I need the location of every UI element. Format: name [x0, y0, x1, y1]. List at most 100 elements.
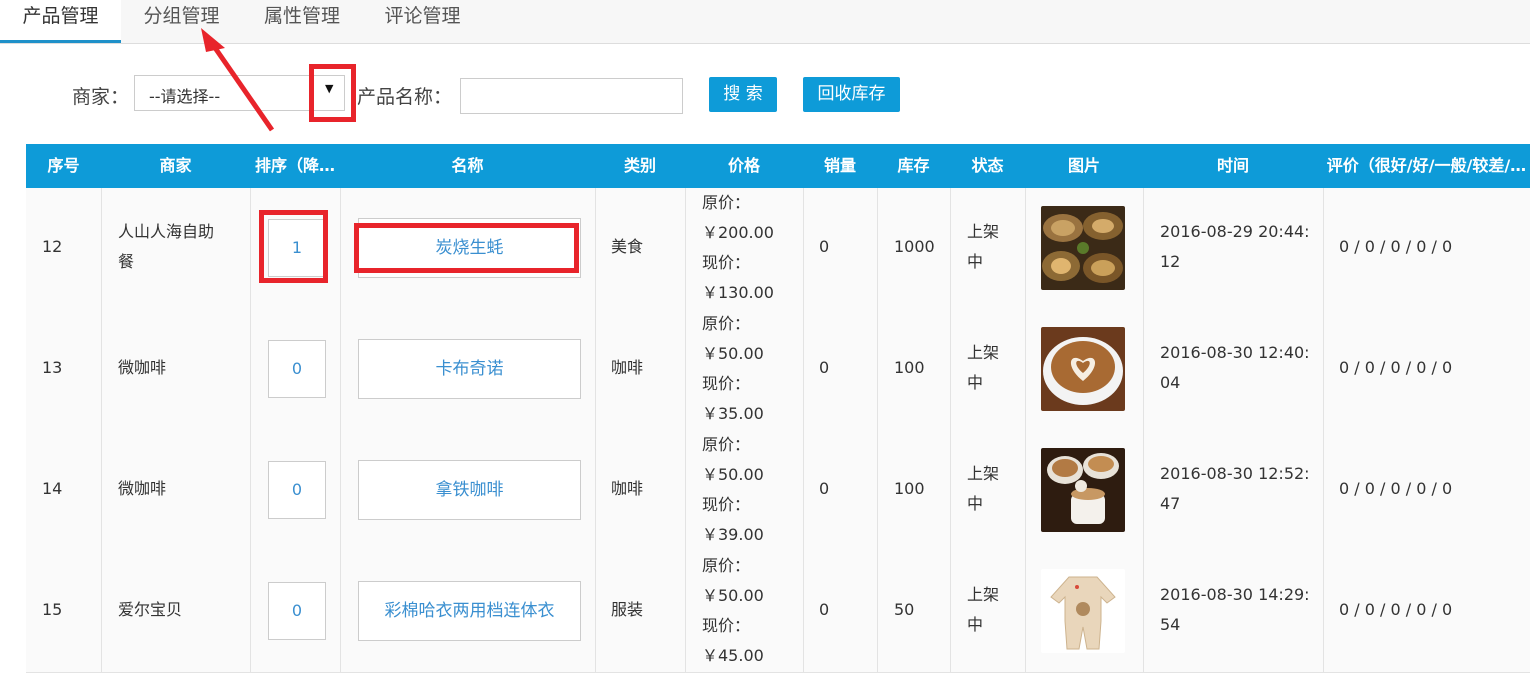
cell-rating: 0 / 0 / 0 / 0 / 0: [1339, 479, 1453, 498]
cell-stock: 50: [894, 600, 915, 619]
column-divider: [250, 551, 251, 672]
product-name-label: 产品名称：: [357, 86, 453, 108]
cell-status: 上架 中: [967, 222, 1000, 271]
sort-input[interactable]: 0: [268, 461, 326, 519]
product-table: 序号 商家 排序（降… 名称 类别 价格 销量 库存 状态 图片 时间 评价（很…: [26, 144, 1530, 673]
column-divider: [950, 430, 951, 551]
column-divider: [101, 188, 102, 309]
main-content: 商家： --请选择-- ▼ 产品名称： 搜 索 回收库存 序号 商家 排序（降……: [0, 28, 1530, 673]
column-divider: [685, 430, 686, 551]
column-divider: [803, 309, 804, 430]
cell-stock: 1000: [894, 237, 935, 256]
product-name-field[interactable]: 彩棉哈衣两用档连体衣: [358, 581, 581, 641]
column-divider: [250, 188, 251, 309]
column-divider: [1025, 551, 1026, 672]
price-now-label: 现价：: [702, 374, 751, 393]
product-name-field[interactable]: 炭烧生蚝: [358, 218, 581, 278]
table-row: 12 人山人海自助 餐 美食 0 1000 上架 中 2016-08-29 20:44: 1…: [26, 188, 1530, 310]
column-divider: [595, 309, 596, 430]
cell-id: 14: [42, 479, 63, 498]
table-row: 15 爱尔宝贝 服装 0 50 上架 中 2016-08-30 14:29: 54 0 / 0…: [26, 551, 1530, 673]
table-row: 13 微咖啡 咖啡 0 100 上架 中 2016-08-30 12:40: 04 0 / 0…: [26, 309, 1530, 431]
price-now-label: 现价：: [702, 616, 751, 635]
column-divider: [250, 430, 251, 551]
merchant-select[interactable]: --请选择--: [134, 75, 345, 111]
merchant-label: 商家：: [72, 86, 130, 108]
price-now-price: ￥45.00: [702, 646, 764, 665]
product-name-input[interactable]: [460, 78, 683, 114]
table-header: 序号 商家 排序（降… 名称 类别 价格 销量 库存 状态 图片 时间 评价（很…: [26, 144, 1530, 188]
price-orig-label: 原价：: [702, 314, 751, 333]
cell-price: 原价： ￥50.00 现价： ￥45.00: [702, 551, 764, 671]
column-divider: [1025, 188, 1026, 309]
cell-stock: 100: [894, 479, 925, 498]
price-orig-price: ￥200.00: [702, 223, 774, 242]
latte-photo: [1041, 448, 1125, 532]
header-sort: 排序（降…: [254, 156, 335, 175]
search-button[interactable]: 搜 索: [709, 77, 777, 112]
column-divider: [803, 551, 804, 672]
recycle-stock-button[interactable]: 回收库存: [803, 77, 900, 112]
product-name-field[interactable]: 拿铁咖啡: [358, 460, 581, 520]
cell-category: 服装: [611, 600, 644, 619]
cell-stock: 100: [894, 358, 925, 377]
column-divider: [685, 551, 686, 672]
cell-sales: 0: [819, 237, 830, 256]
column-divider: [950, 551, 951, 672]
sort-input[interactable]: 1: [268, 219, 326, 277]
tab-product-management[interactable]: 产品管理: [0, 0, 121, 43]
column-divider: [340, 430, 341, 551]
cell-rating: 0 / 0 / 0 / 0 / 0: [1339, 358, 1453, 377]
header-merchant: 商家: [159, 156, 192, 175]
sort-input[interactable]: 0: [268, 582, 326, 640]
chevron-down-icon[interactable]: ▼: [325, 82, 333, 95]
tab-attribute-management[interactable]: 属性管理: [242, 0, 362, 43]
cell-time: 2016-08-30 12:52: 47: [1160, 464, 1310, 513]
cell-id: 15: [42, 600, 63, 619]
price-orig-label: 原价：: [702, 556, 751, 575]
price-now-price: ￥35.00: [702, 404, 764, 423]
tab-comment-management[interactable]: 评论管理: [362, 0, 483, 43]
column-divider: [877, 430, 878, 551]
price-now-price: ￥130.00: [702, 283, 774, 302]
column-divider: [950, 188, 951, 309]
cell-time: 2016-08-30 14:29: 54: [1160, 585, 1310, 634]
column-divider: [595, 188, 596, 309]
cell-status: 上架 中: [967, 585, 1000, 634]
oyster-photo: [1041, 206, 1125, 290]
cell-category: 美食: [611, 237, 644, 256]
column-divider: [1143, 188, 1144, 309]
cell-status: 上架 中: [967, 343, 1000, 392]
header-status: 状态: [971, 156, 1004, 175]
cell-category: 咖啡: [611, 358, 644, 377]
merchant-select-value: --请选择--: [149, 87, 221, 106]
cell-merchant: 爱尔宝贝: [118, 600, 183, 619]
column-divider: [1323, 188, 1324, 309]
column-divider: [101, 309, 102, 430]
column-divider: [877, 188, 878, 309]
price-orig-price: ￥50.00: [702, 344, 764, 363]
price-orig-label: 原价：: [702, 435, 751, 454]
cell-time: 2016-08-29 20:44: 12: [1160, 222, 1310, 271]
tab-bar: 产品管理 分组管理 属性管理 评论管理: [0, 0, 1530, 44]
cell-id: 12: [42, 237, 63, 256]
cell-sales: 0: [819, 358, 830, 377]
column-divider: [685, 309, 686, 430]
price-now-price: ￥39.00: [702, 525, 764, 544]
sort-input[interactable]: 0: [268, 340, 326, 398]
column-divider: [595, 430, 596, 551]
column-divider: [803, 188, 804, 309]
price-orig-label: 原价：: [702, 193, 751, 212]
cell-sales: 0: [819, 479, 830, 498]
column-divider: [877, 309, 878, 430]
column-divider: [340, 188, 341, 309]
cell-rating: 0 / 0 / 0 / 0 / 0: [1339, 237, 1453, 256]
column-divider: [101, 551, 102, 672]
product-name-field[interactable]: 卡布奇诺: [358, 339, 581, 399]
tab-group-management[interactable]: 分组管理: [121, 0, 242, 43]
column-divider: [1323, 309, 1324, 430]
column-divider: [1143, 309, 1144, 430]
price-now-label: 现价：: [702, 495, 751, 514]
column-divider: [1323, 430, 1324, 551]
column-divider: [340, 309, 341, 430]
